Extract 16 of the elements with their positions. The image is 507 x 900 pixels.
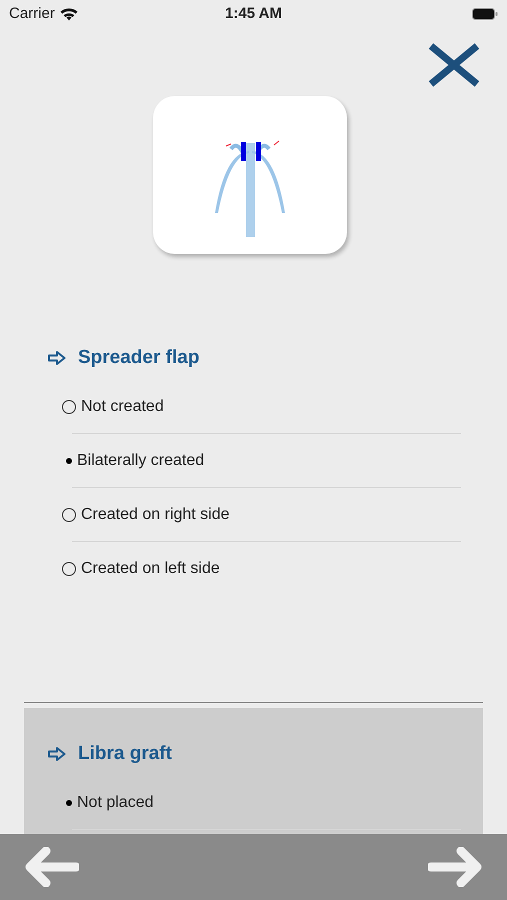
arrow-right-icon <box>48 351 66 365</box>
battery-icon <box>472 8 498 20</box>
radio-option[interactable]: Created on right side <box>62 488 461 541</box>
forward-arrow-icon[interactable] <box>428 847 483 887</box>
close-button[interactable] <box>427 44 481 86</box>
wifi-icon <box>60 8 78 20</box>
arrow-right-icon <box>48 747 66 761</box>
back-arrow-icon[interactable] <box>24 847 79 887</box>
section-heading: Libra graft <box>78 742 172 766</box>
radio-option[interactable]: Not created <box>62 380 461 433</box>
carrier-label: Carrier <box>9 4 55 24</box>
clock-time: 1:45 AM <box>225 4 282 24</box>
radio-option[interactable]: Bilaterally created <box>62 434 461 487</box>
section-heading: Spreader flap <box>78 346 200 370</box>
radio-option[interactable]: Created on left side <box>62 542 461 595</box>
radio-option[interactable]: Not placed <box>62 776 461 829</box>
